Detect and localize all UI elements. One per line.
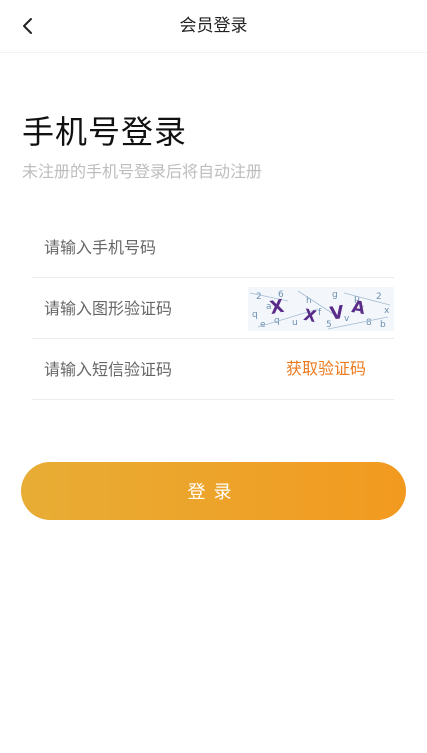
captcha-input[interactable]	[32, 288, 244, 328]
sms-code-input[interactable]	[32, 349, 244, 389]
login-heading: 手机号登录	[22, 113, 188, 151]
login-button[interactable]: 登录	[21, 462, 406, 520]
svg-text:q: q	[252, 310, 258, 320]
svg-text:x: x	[384, 306, 390, 316]
phone-input[interactable]	[32, 227, 244, 267]
get-code-button[interactable]: 获取验证码	[286, 357, 366, 381]
svg-text:2: 2	[256, 292, 262, 302]
login-subheading: 未注册的手机号登录后将自动注册	[22, 162, 263, 181]
svg-text:8: 8	[366, 318, 372, 328]
sms-row: 获取验证码	[32, 339, 394, 400]
svg-text:2: 2	[376, 292, 382, 302]
svg-text:g: g	[332, 290, 338, 300]
svg-text:V: V	[329, 302, 346, 325]
captcha-row: 2aq 6uh fgv p82 xeq 5rb X X V A	[32, 278, 394, 339]
phone-row	[32, 217, 394, 278]
svg-text:u: u	[292, 318, 298, 328]
page-title: 会员登录	[179, 16, 248, 36]
login-form: 2aq 6uh fgv p82 xeq 5rb X X V A	[32, 217, 394, 400]
svg-text:b: b	[380, 320, 386, 330]
nav-bar: 会员登录	[0, 0, 427, 53]
captcha-image[interactable]: 2aq 6uh fgv p82 xeq 5rb X X V A	[248, 287, 394, 331]
